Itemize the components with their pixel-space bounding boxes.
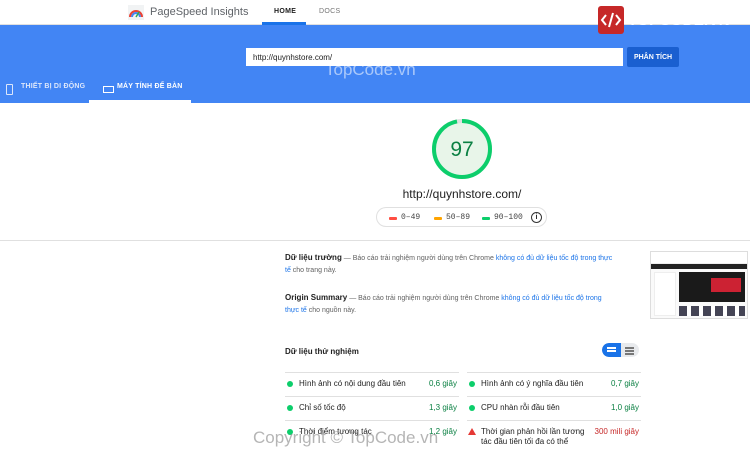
score-value: 97 [450, 138, 474, 161]
legend-orange-marker [434, 217, 442, 220]
metric-label: Hình ảnh có nội dung đầu tiên [299, 379, 406, 388]
metric-label: Hình ảnh có ý nghĩa đầu tiên [481, 379, 584, 388]
good-status-icon [469, 381, 475, 387]
analyze-button[interactable]: PHÂN TÍCH [627, 47, 679, 67]
metric-value: 1,0 giây [610, 403, 639, 412]
url-input[interactable] [246, 48, 623, 66]
summary-view-button[interactable] [602, 343, 621, 357]
metric-label: CPU nhàn rỗi đầu tiên [481, 403, 560, 412]
info-icon[interactable]: i [531, 212, 542, 223]
origin-summary-desc: — Báo cáo trải nghiệm người dùng trên Ch… [347, 295, 502, 302]
warning-triangle-icon [468, 428, 476, 435]
brand-text: TOPCODE.VN [628, 12, 730, 29]
brand-box-icon [598, 6, 624, 34]
metric-label: Thời gian phản hồi lần tương tác đầu tiê… [481, 427, 585, 446]
legend-range-good: 90–100 [494, 213, 523, 222]
tab-desktop-indicator [89, 100, 191, 103]
metric-value: 0,7 giây [610, 379, 639, 388]
origin-summary-section: Origin Summary — Báo cáo trải nghiệm ngư… [285, 292, 615, 317]
view-toggle[interactable] [602, 343, 639, 357]
code-bracket-icon [600, 12, 622, 28]
legend-range-fail: 0–49 [401, 213, 421, 222]
metric-value: 300 mili giây [594, 427, 639, 436]
field-data-suffix: cho trang này. [290, 267, 337, 274]
metric-row: Hình ảnh có nội dung đầu tiên 0,6 giây [285, 372, 459, 396]
metric-row: Thời gian phản hồi lần tương tác đầu tiê… [467, 420, 641, 446]
list-view-icon[interactable] [625, 347, 634, 349]
pagespeed-logo-icon [128, 5, 144, 20]
tab-docs[interactable]: DOCS [319, 8, 340, 15]
metric-row: Hình ảnh có ý nghĩa đầu tiên 0,7 giây [467, 372, 641, 396]
brand-logo: TOPCODE.VN [598, 6, 748, 36]
legend-green-marker [482, 217, 490, 220]
origin-summary-suffix: cho nguồn này. [306, 307, 357, 314]
legend-red-marker [389, 217, 397, 220]
page-screenshot-thumbnail [650, 251, 748, 319]
field-data-desc: — Báo cáo trải nghiệm người dùng trên Ch… [341, 255, 496, 262]
metric-value: 0,6 giây [428, 379, 457, 388]
lab-data-title: Dữ liệu thử nghiệm [285, 347, 359, 356]
tested-url: http://quynhstore.com/ [402, 187, 522, 201]
origin-summary-title: Origin Summary [285, 293, 348, 302]
field-data-title: Dữ liệu trường [285, 253, 342, 262]
app-title: PageSpeed Insights [150, 6, 249, 18]
summary-view-icon [607, 347, 616, 349]
laptop-icon [103, 86, 114, 93]
tab-desktop[interactable]: MÁY TÍNH ĐỂ BÀN [117, 83, 182, 90]
watermark-bottom: Copyright © TopCode.vn [253, 428, 439, 447]
good-status-icon [469, 405, 475, 411]
metric-label: Chỉ số tốc độ [299, 403, 346, 412]
metric-value: 1,3 giây [428, 403, 457, 412]
tab-home[interactable]: HOME [274, 8, 296, 15]
good-status-icon [287, 405, 293, 411]
legend-range-average: 50–89 [446, 213, 471, 222]
section-divider [0, 240, 750, 241]
tab-mobile[interactable]: THIẾT BỊ DI ĐỘNG [21, 83, 85, 90]
score-legend: 0–49 50–89 90–100 i [376, 207, 547, 227]
metric-row: Chỉ số tốc độ 1,3 giây [285, 396, 459, 420]
field-data-section: Dữ liệu trường — Báo cáo trải nghiệm ngư… [285, 252, 615, 277]
mobile-icon [6, 84, 13, 95]
metric-row: CPU nhàn rỗi đầu tiên 1,0 giây [467, 396, 641, 420]
watermark-top: TopCode.vn [325, 60, 416, 79]
good-status-icon [287, 381, 293, 387]
